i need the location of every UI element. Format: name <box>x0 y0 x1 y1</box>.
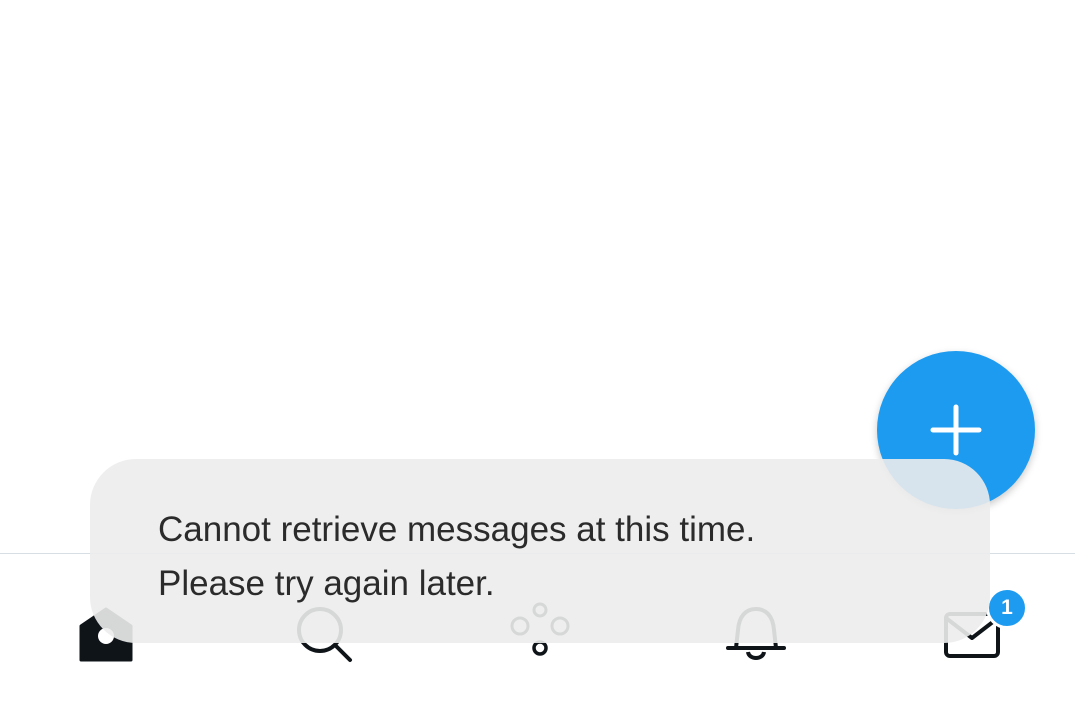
toast-message-line-1: Cannot retrieve messages at this time. <box>158 510 756 549</box>
app-screen: 1 Cannot retrieve messages at this time.… <box>0 0 1075 712</box>
error-toast: Cannot retrieve messages at this time. P… <box>90 459 990 643</box>
messages-unread-badge: 1 <box>986 587 1028 629</box>
plus-icon <box>930 404 982 456</box>
toast-message-line-2: Please try again later. <box>158 564 495 603</box>
